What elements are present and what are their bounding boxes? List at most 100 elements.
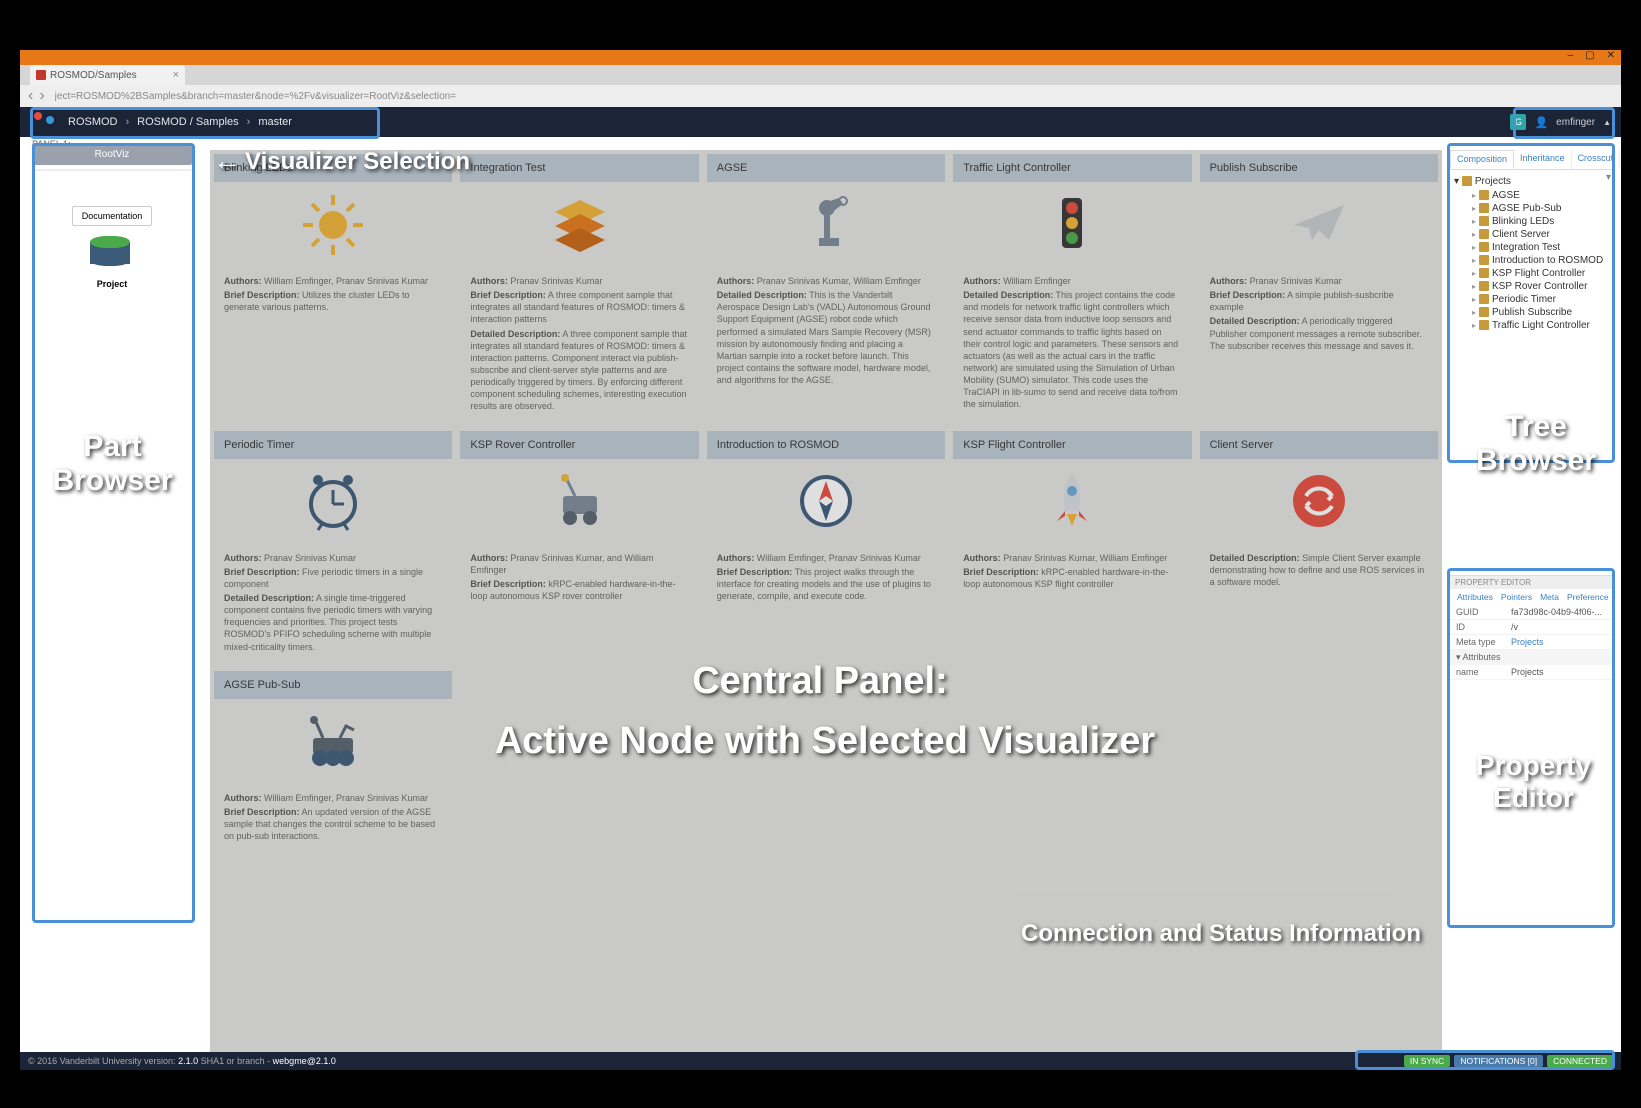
project-card[interactable]: Integration Test Authors: Pranav Sriniva… [460,154,698,423]
project-card[interactable]: Periodic Timer Authors: Pranav Srinivas … [214,431,452,663]
project-card[interactable]: Introduction to ROSMOD Authors: William … [707,431,945,663]
card-body: Detailed Description: Simple Client Serv… [1200,544,1438,598]
breadcrumb-project[interactable]: ROSMOD / Samples [129,116,246,128]
prop-meta-label: Meta type [1456,637,1511,647]
prop-tab-attributes[interactable]: Attributes [1454,591,1496,603]
badge-notifications[interactable]: NOTIFICATIONS [0] [1454,1055,1543,1067]
card-body: Authors: William EmfingerDetailed Descri… [953,267,1191,421]
user-menu-icon[interactable]: 👤 [1534,116,1548,129]
project-card[interactable]: KSP Flight Controller Authors: Pranav Sr… [953,431,1191,663]
card-title: KSP Flight Controller [953,431,1191,459]
card-body: Authors: Pranav Srinivas Kumar, William … [707,267,945,396]
project-card[interactable]: AGSE Pub-Sub Authors: William Emfinger, … [214,671,452,853]
prop-id-value: /v [1511,622,1609,632]
tree-item[interactable]: AGSE Pub-Sub [1454,202,1611,215]
tab-title: ROSMOD/Samples [50,70,137,81]
prop-name-label: name [1456,667,1511,677]
project-card[interactable]: Blinking LEDs Authors: William Emfinger,… [214,154,452,423]
tree-item[interactable]: Integration Test [1454,241,1611,254]
webgme-version: webgme@2.1.0 [273,1056,336,1066]
prop-section: ▾ Attributes [1450,650,1615,665]
property-header: PROPERTY EDITOR [1450,576,1615,589]
project-card[interactable]: Publish Subscribe Authors: Pranav Sriniv… [1200,154,1438,423]
card-title: Traffic Light Controller [953,154,1191,182]
tree-tab-inheritance[interactable]: Inheritance [1514,150,1572,169]
tree-item[interactable]: Periodic Timer [1454,293,1611,306]
forward-icon[interactable]: › [39,87,44,105]
browser-urlbar[interactable]: ‹ › ject=ROSMOD%2BSamples&branch=master&… [20,85,1621,107]
tree-item[interactable]: KSP Rover Controller [1454,280,1611,293]
badge-connected[interactable]: CONNECTED [1547,1055,1613,1067]
left-panel: RootViz Documentation Project [32,143,192,558]
prop-tab-meta[interactable]: Meta [1537,591,1562,603]
card-title: AGSE [707,154,945,182]
prop-name-value[interactable]: Projects [1511,667,1609,677]
url-text: ject=ROSMOD%2BSamples&branch=master&node… [55,91,456,102]
prop-tab-pointers[interactable]: Pointers [1498,591,1535,603]
project-card[interactable]: Client Server Detailed Description: Simp… [1200,431,1438,663]
tree-item[interactable]: Introduction to ROSMOD [1454,254,1611,267]
robot-arm-icon [707,182,945,267]
copyright: © 2016 Vanderbilt University [28,1056,142,1066]
user-dropdown-icon[interactable]: ▲ [1603,118,1611,127]
card-title: Introduction to ROSMOD [707,431,945,459]
project-card[interactable]: KSP Rover Controller Authors: Pranav Sri… [460,431,698,663]
window-controls[interactable]: –▢✕ [1568,50,1615,61]
card-title: Periodic Timer [214,431,452,459]
sha-label: SHA1 or branch - [201,1056,271,1066]
app-logo-icon[interactable] [34,112,54,132]
project-card[interactable]: Traffic Light Controller Authors: Willia… [953,154,1191,423]
card-body: Authors: Pranav Srinivas KumarBrief Desc… [460,267,698,423]
card-title: KSP Rover Controller [460,431,698,459]
prop-guid-label: GUID [1456,607,1511,617]
user-avatar[interactable]: G [1510,114,1526,130]
rocket-icon [953,459,1191,544]
property-editor-panel: PROPERTY EDITOR Attributes Pointers Meta… [1450,575,1615,735]
documentation-button[interactable]: Documentation [72,206,152,226]
project-icon[interactable] [90,236,135,276]
back-icon[interactable]: ‹ [28,87,33,105]
card-body: Authors: William Emfinger, Pranav Sriniv… [214,267,452,323]
card-body: Authors: Pranav Srinivas Kumar, William … [953,544,1191,600]
status-bar: © 2016 Vanderbilt University version: 2.… [20,1052,1621,1070]
clock-icon [214,459,452,544]
visualizer-button[interactable]: RootViz [32,143,192,165]
tab-favicon [36,70,46,80]
prop-meta-value[interactable]: Projects [1511,637,1609,647]
tree-root[interactable]: ▾ Projects [1454,174,1611,189]
version-label: version: [144,1056,176,1066]
layers-icon [460,182,698,267]
tree-tab-composition[interactable]: Composition [1450,150,1514,169]
card-title: Blinking LEDs [214,154,452,182]
card-title: Client Server [1200,431,1438,459]
central-canvas[interactable]: Blinking LEDs Authors: William Emfinger,… [210,150,1442,1060]
prop-guid-value: fa73d98c-04b9-4f06-... [1511,607,1609,617]
rover2-icon [214,699,452,784]
card-body: Authors: Pranav Srinivas Kumar, and Will… [460,544,698,613]
project-card[interactable]: AGSE Authors: Pranav Srinivas Kumar, Wil… [707,154,945,423]
card-body: Authors: William Emfinger, Pranav Sriniv… [707,544,945,613]
badge-sync[interactable]: IN SYNC [1404,1055,1450,1067]
tree-item[interactable]: Publish Subscribe [1454,306,1611,319]
tree-item[interactable]: AGSE [1454,189,1611,202]
user-name[interactable]: emfinger [1556,117,1595,128]
breadcrumb-branch[interactable]: master [250,116,300,128]
project-label: Project [32,279,192,289]
breadcrumb-root[interactable]: ROSMOD [60,116,126,128]
tab-close-icon[interactable]: × [173,69,179,81]
prop-tab-preference[interactable]: Preference [1564,591,1612,603]
tree-item[interactable]: Traffic Light Controller [1454,319,1611,332]
card-title: AGSE Pub-Sub [214,671,452,699]
card-body: Authors: Pranav Srinivas KumarBrief Desc… [214,544,452,663]
tree-item[interactable]: KSP Flight Controller [1454,267,1611,280]
filter-icon[interactable]: ▾ [1606,172,1611,183]
browser-tabstrip [20,65,1621,85]
tree-tab-crosscut[interactable]: Crosscut [1572,150,1621,169]
card-title: Publish Subscribe [1200,154,1438,182]
annotation-property-editor: Property Editor [1456,750,1611,814]
browser-tab[interactable]: ROSMOD/Samples × [30,65,185,85]
tree-item[interactable]: Blinking LEDs [1454,215,1611,228]
swap-icon [1200,459,1438,544]
tree-item[interactable]: Client Server [1454,228,1611,241]
paper-plane-icon [1200,182,1438,267]
